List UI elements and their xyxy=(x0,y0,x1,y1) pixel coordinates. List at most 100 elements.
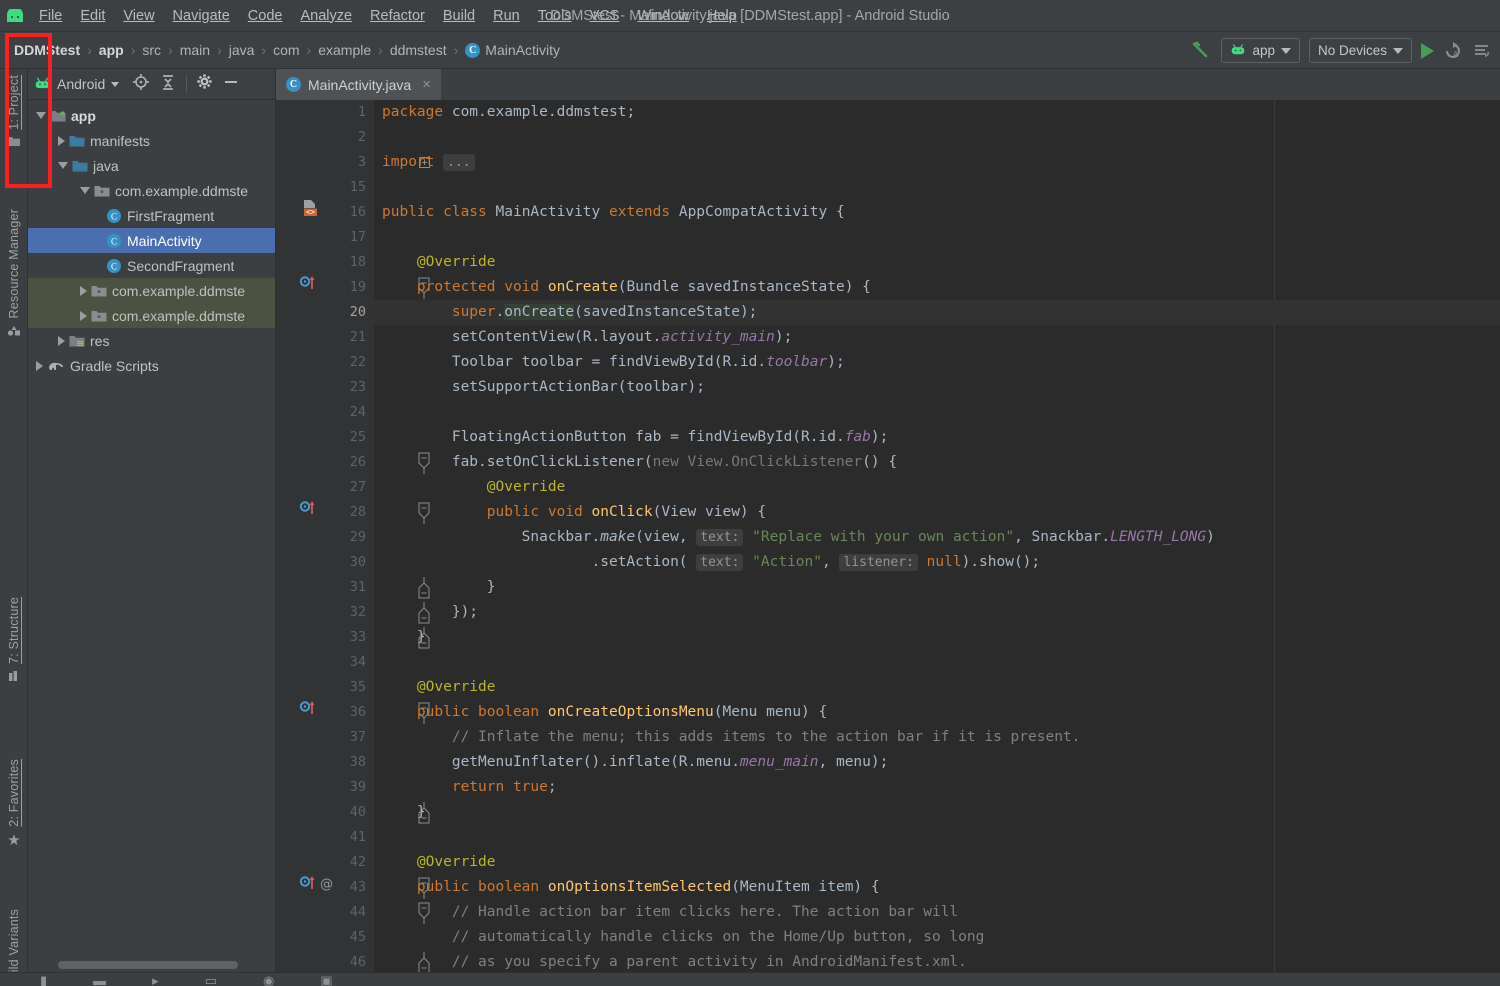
logcat-icon[interactable]: ▭ xyxy=(205,973,217,986)
terminal-icon[interactable]: ▮ xyxy=(40,973,47,986)
scrollbar-thumb[interactable] xyxy=(58,961,238,969)
code-line-37[interactable]: // Inflate the menu; this adds items to … xyxy=(382,725,1500,750)
code-line-34[interactable] xyxy=(382,650,1500,675)
gutter-line-35[interactable]: 35 xyxy=(276,675,374,700)
code-line-45[interactable]: // automatically handle clicks on the Ho… xyxy=(382,925,1500,950)
code-line-33[interactable]: } xyxy=(382,625,1500,650)
override-method-icon[interactable] xyxy=(299,275,316,301)
tree-node-res[interactable]: res xyxy=(28,328,275,353)
tree-node-java[interactable]: java xyxy=(28,153,275,178)
menu-window[interactable]: Window xyxy=(628,5,698,27)
tree-node-package-androidtest[interactable]: com.example.ddmste xyxy=(28,278,275,303)
tree-node-package-main[interactable]: com.example.ddmste xyxy=(28,178,275,203)
gutter-icons[interactable] xyxy=(299,700,316,726)
tree-node-app[interactable]: app xyxy=(28,103,275,128)
project-tree[interactable]: app manifests java com.example.ddmste C … xyxy=(28,100,275,972)
code-line-3[interactable]: import ... xyxy=(382,150,1500,175)
gutter-line-21[interactable]: 21 xyxy=(276,325,374,350)
gutter-line-27[interactable]: 27 xyxy=(276,475,374,500)
build-icon[interactable]: ▬ xyxy=(93,973,106,986)
menu-analyze[interactable]: Analyze xyxy=(291,5,361,27)
code-line-41[interactable] xyxy=(382,825,1500,850)
code-line-22[interactable]: Toolbar toolbar = findViewById(R.id.tool… xyxy=(382,350,1500,375)
code-line-38[interactable]: getMenuInflater().inflate(R.menu.menu_ma… xyxy=(382,750,1500,775)
gutter-line-20[interactable]: 20 xyxy=(276,300,374,325)
editor-gutter[interactable]: 1 2 3 15 16 <> 17 18 19 20 21 22 23 24 25 26 27 28 29 30 31 3… xyxy=(276,100,430,972)
code-editor[interactable]: 1 2 3 15 16 <> 17 18 19 20 21 22 23 24 25 26 27 28 29 30 31 3… xyxy=(276,100,1500,972)
gutter-line-29[interactable]: 29 xyxy=(276,525,374,550)
gutter-line-30[interactable]: 30 xyxy=(276,550,374,575)
gutter-line-36[interactable]: 36 xyxy=(276,700,430,726)
tool-window-tab-favorites[interactable]: 2: Favorites ★ xyxy=(0,759,28,848)
menu-vcs[interactable]: VCS xyxy=(581,5,629,27)
code-line-36[interactable]: public boolean onCreateOptionsMenu(Menu … xyxy=(382,700,1500,725)
tree-node-manifests[interactable]: manifests xyxy=(28,128,275,153)
settings-gear-icon[interactable] xyxy=(196,73,213,95)
gutter-line-23[interactable]: 23 xyxy=(276,375,374,400)
tree-node-mainactivity[interactable]: C MainActivity xyxy=(28,228,275,253)
project-view-selector[interactable]: Android xyxy=(34,76,120,92)
menu-edit[interactable]: Edit xyxy=(71,5,114,27)
tool-window-tab-structure[interactable]: 7: Structure xyxy=(0,597,28,685)
tree-node-package-test[interactable]: com.example.ddmste xyxy=(28,303,275,328)
code-line-19[interactable]: protected void onCreate(Bundle savedInst… xyxy=(382,275,1500,300)
breadcrumb-item-mainactivity[interactable]: C MainActivity xyxy=(465,42,560,58)
gutter-icons[interactable]: <> xyxy=(300,200,320,225)
gutter-line-1[interactable]: 1 xyxy=(276,100,374,125)
menu-navigate[interactable]: Navigate xyxy=(164,5,239,27)
chevron-right-icon[interactable] xyxy=(80,285,87,296)
menu-code[interactable]: Code xyxy=(239,5,292,27)
gutter-line-19[interactable]: 19 xyxy=(276,275,430,301)
gutter-line-34[interactable]: 34 xyxy=(276,650,374,675)
code-line-29[interactable]: Snackbar.make(view, text: "Replace with … xyxy=(382,525,1500,550)
override-method-icon[interactable] xyxy=(299,875,316,901)
code-line-27[interactable]: @Override xyxy=(382,475,1500,500)
menu-build[interactable]: Build xyxy=(434,5,484,27)
code-line-15[interactable] xyxy=(382,175,1500,200)
menu-help[interactable]: Help xyxy=(698,5,746,27)
menu-view[interactable]: View xyxy=(114,5,163,27)
todo-icon[interactable]: ◉ xyxy=(263,973,274,986)
code-line-31[interactable]: } xyxy=(382,575,1500,600)
breadcrumb-item-project[interactable]: DDMStest xyxy=(14,42,80,58)
hammer-icon[interactable] xyxy=(1190,40,1212,62)
chevron-right-icon[interactable] xyxy=(58,335,65,346)
more-actions-button[interactable] xyxy=(1472,42,1492,60)
editor-tab-mainactivity[interactable]: C MainActivity.java × xyxy=(276,69,441,100)
code-line-39[interactable]: return true; xyxy=(382,775,1500,800)
chevron-right-icon[interactable] xyxy=(36,360,43,371)
breadcrumb-item-example[interactable]: example xyxy=(318,42,371,58)
code-line-17[interactable] xyxy=(382,225,1500,250)
module-selector[interactable]: app xyxy=(1221,38,1300,63)
code-viewport[interactable]: package com.example.ddmstest; import ...… xyxy=(374,100,1500,972)
layout-file-icon[interactable]: <> xyxy=(300,198,320,227)
gutter-line-18[interactable]: 18 xyxy=(276,250,374,275)
code-lines[interactable]: package com.example.ddmstest; import ...… xyxy=(374,100,1500,972)
menu-file[interactable]: File xyxy=(30,5,71,27)
code-line-18[interactable]: @Override xyxy=(382,250,1500,275)
code-line-30[interactable]: .setAction( text: "Action", listener: nu… xyxy=(382,550,1500,575)
gutter-icons[interactable] xyxy=(299,275,316,301)
gutter-line-24[interactable]: 24 xyxy=(276,400,374,425)
close-icon[interactable]: × xyxy=(422,76,431,93)
project-horizontal-scrollbar[interactable] xyxy=(28,958,275,972)
menu-refactor[interactable]: Refactor xyxy=(361,5,434,27)
chevron-down-icon[interactable] xyxy=(80,187,90,194)
chevron-down-icon[interactable] xyxy=(36,112,46,119)
breadcrumb-item-app[interactable]: app xyxy=(99,42,124,58)
gutter-line-28[interactable]: 28 xyxy=(276,500,430,526)
breadcrumb-item-java[interactable]: java xyxy=(229,42,255,58)
gutter-line-42[interactable]: 42 xyxy=(276,850,374,875)
code-line-21[interactable]: setContentView(R.layout.activity_main); xyxy=(382,325,1500,350)
override-method-icon[interactable] xyxy=(299,700,316,726)
code-line-44[interactable]: // Handle action bar item clicks here. T… xyxy=(382,900,1500,925)
code-line-24[interactable] xyxy=(382,400,1500,425)
tree-node-firstfragment[interactable]: C FirstFragment xyxy=(28,203,275,228)
override-method-icon[interactable] xyxy=(299,500,316,526)
gutter-line-26[interactable]: 26 xyxy=(276,450,430,475)
tool-window-tab-project[interactable]: 1: Project xyxy=(0,75,28,150)
gutter-line-25[interactable]: 25 xyxy=(276,425,374,450)
minimize-icon[interactable] xyxy=(222,73,240,96)
device-selector[interactable]: No Devices xyxy=(1308,38,1412,63)
gutter-line-32[interactable]: 32 xyxy=(276,600,430,625)
